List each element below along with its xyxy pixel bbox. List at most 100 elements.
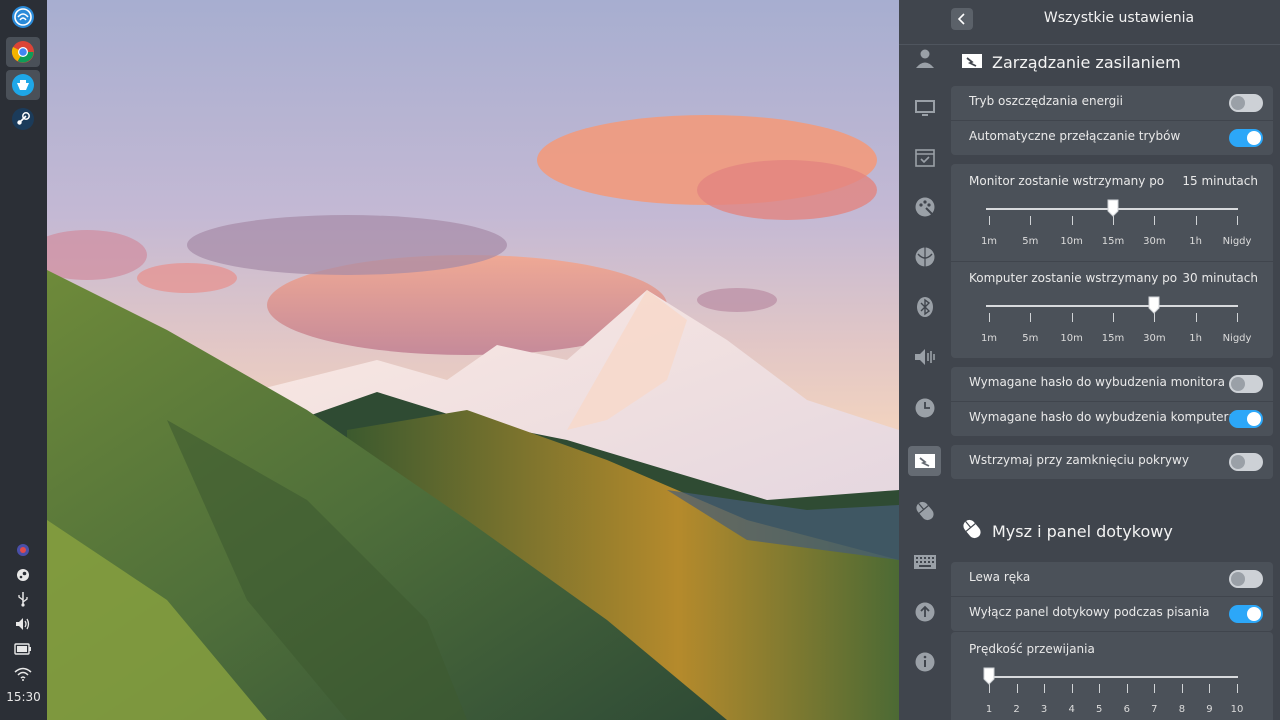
- slider-tick-label: 1h: [1189, 333, 1203, 344]
- slider-tick: [1195, 216, 1197, 225]
- usb-icon[interactable]: [12, 590, 34, 608]
- monitor-sleep-label: Monitor zostanie wstrzymany po: [969, 174, 1165, 188]
- slider-tick-label: 5m: [1022, 236, 1039, 247]
- personalization-icon[interactable]: [908, 192, 941, 222]
- slider-tick: [989, 313, 990, 322]
- lid-suspend-row: Wstrzymaj przy zamknięciu pokrywy: [951, 445, 1273, 479]
- slider-handle[interactable]: [1148, 296, 1160, 314]
- monitor-sleep-value: 15 minutach: [1182, 174, 1258, 188]
- display-icon[interactable]: [908, 93, 941, 123]
- slider-tick-label: 30m: [1143, 236, 1166, 247]
- power-section-title: Zarządzanie zasilaniem: [992, 53, 1181, 72]
- slider-tick: [1099, 684, 1101, 693]
- left-hand-label: Lewa ręka: [969, 570, 1031, 584]
- time-icon[interactable]: [908, 393, 941, 423]
- lid-group: Wstrzymaj przy zamknięciu pokrywy: [951, 445, 1273, 479]
- settings-panel: Wszystkie ustawienia Zarządzanie zasilan…: [899, 0, 1280, 720]
- slider-tick: [1181, 684, 1183, 693]
- slider-tick: [1237, 684, 1238, 693]
- power-mode-group: Tryb oszczędzania energii Automatyczne p…: [951, 86, 1273, 155]
- slider-tick: [1044, 684, 1046, 693]
- slider-tick: [1016, 684, 1018, 693]
- auto-switch-label: Automatyczne przełączanie trybów: [969, 129, 1181, 143]
- steam-tray-icon[interactable]: [12, 566, 34, 584]
- computer-password-row: Wymagane hasło do wybudzenia komputera: [951, 402, 1273, 436]
- scroll-speed-group: Prędkość przewijania 1 2 3 4 5 6 7 8 9 10: [951, 632, 1273, 720]
- slider-tick: [1237, 216, 1238, 225]
- scroll-speed-ticks: [951, 684, 1273, 694]
- slider-tick: [1071, 216, 1073, 225]
- slider-tick-label: 2: [1013, 704, 1020, 715]
- clock[interactable]: 15:30: [0, 690, 47, 704]
- mouse-icon[interactable]: [908, 496, 941, 526]
- slider-tick: [989, 684, 990, 693]
- chrome-icon[interactable]: [6, 37, 40, 67]
- slider-tick: [1237, 313, 1238, 322]
- auto-switch-toggle[interactable]: [1229, 129, 1263, 147]
- sound-icon[interactable]: [908, 342, 941, 372]
- mouse-options-group: Lewa ręka Wyłącz panel dotykowy podczas …: [951, 562, 1273, 631]
- deepin-store-icon[interactable]: [6, 70, 40, 100]
- panel-header: Wszystkie ustawienia: [899, 0, 1280, 45]
- settings-nav: [899, 44, 951, 720]
- slider-handle[interactable]: [1107, 199, 1119, 217]
- power-saving-row: Tryb oszczędzania energii: [951, 86, 1273, 120]
- account-icon[interactable]: [908, 43, 941, 73]
- info-icon[interactable]: [908, 647, 941, 677]
- slider-handle[interactable]: [983, 667, 995, 685]
- slider-tick: [1030, 313, 1032, 322]
- slider-tick-label: 10m: [1060, 333, 1083, 344]
- lid-suspend-label: Wstrzymaj przy zamknięciu pokrywy: [969, 453, 1189, 467]
- auto-switch-row: Automatyczne przełączanie trybów: [951, 121, 1273, 155]
- network-icon[interactable]: [908, 242, 941, 272]
- disable-touchpad-row: Wyłącz panel dotykowy podczas pisania: [951, 597, 1273, 631]
- scroll-speed-track[interactable]: [986, 676, 1238, 678]
- disable-touchpad-label: Wyłącz panel dotykowy podczas pisania: [969, 605, 1210, 619]
- wake-password-group: Wymagane hasło do wybudzenia monitora Wy…: [951, 367, 1273, 436]
- slider-tick-label: 1m: [980, 236, 998, 247]
- slider-tick-label: 15m: [1101, 333, 1125, 344]
- monitor-sleep-ticks: [951, 216, 1273, 226]
- network-manager-icon[interactable]: [12, 541, 34, 559]
- scroll-speed-label: Prędkość przewijania: [969, 642, 1095, 656]
- panel-title: Wszystkie ustawienia: [1043, 10, 1195, 26]
- slider-tick: [1154, 684, 1156, 693]
- monitor-password-toggle[interactable]: [1229, 375, 1263, 393]
- slider-tick-label: 10m: [1060, 236, 1083, 247]
- battery-icon[interactable]: [12, 640, 34, 658]
- slider-tick-label: 9: [1206, 704, 1213, 715]
- keyboard-icon[interactable]: [908, 547, 941, 577]
- disable-touchpad-toggle[interactable]: [1229, 605, 1263, 623]
- dock: 15:30: [0, 0, 47, 720]
- slider-tick: [989, 216, 990, 225]
- slider-tick-label: 1h: [1189, 236, 1203, 247]
- wifi-icon[interactable]: [12, 665, 34, 683]
- power-saving-label: Tryb oszczędzania energii: [969, 94, 1123, 108]
- slider-tick: [1071, 684, 1073, 693]
- slider-tick: [1030, 216, 1032, 225]
- bluetooth-icon[interactable]: [908, 292, 941, 322]
- slider-tick: [1113, 313, 1114, 322]
- computer-sleep-track[interactable]: [986, 305, 1238, 307]
- update-icon[interactable]: [908, 597, 941, 627]
- power-saving-toggle[interactable]: [1229, 94, 1263, 112]
- monitor-password-label: Wymagane hasło do wybudzenia monitora: [969, 375, 1225, 389]
- deepin-launcher-icon[interactable]: [6, 2, 40, 32]
- slider-tick-label: 3: [1040, 704, 1048, 715]
- volume-icon[interactable]: [12, 615, 34, 633]
- scroll-speed-slider-block: Prędkość przewijania 1 2 3 4 5 6 7 8 9 10: [951, 632, 1273, 720]
- power-icon[interactable]: [908, 446, 941, 476]
- monitor-sleep-slider-block: Monitor zostanie wstrzymany po 15 minuta…: [951, 164, 1273, 260]
- computer-password-toggle[interactable]: [1229, 410, 1263, 428]
- computer-sleep-value: 30 minutach: [1182, 271, 1258, 285]
- left-hand-toggle[interactable]: [1229, 570, 1263, 588]
- slider-tick-label: 1: [985, 704, 993, 715]
- slider-tick: [1126, 684, 1128, 693]
- computer-password-label: Wymagane hasło do wybudzenia komputera: [969, 410, 1236, 424]
- steam-icon[interactable]: [6, 104, 40, 134]
- back-button[interactable]: [951, 8, 973, 30]
- default-apps-icon[interactable]: [908, 142, 941, 172]
- slider-tick-label: 4: [1068, 704, 1075, 715]
- lid-suspend-toggle[interactable]: [1229, 453, 1263, 471]
- slider-tick-label: 5m: [1022, 333, 1039, 344]
